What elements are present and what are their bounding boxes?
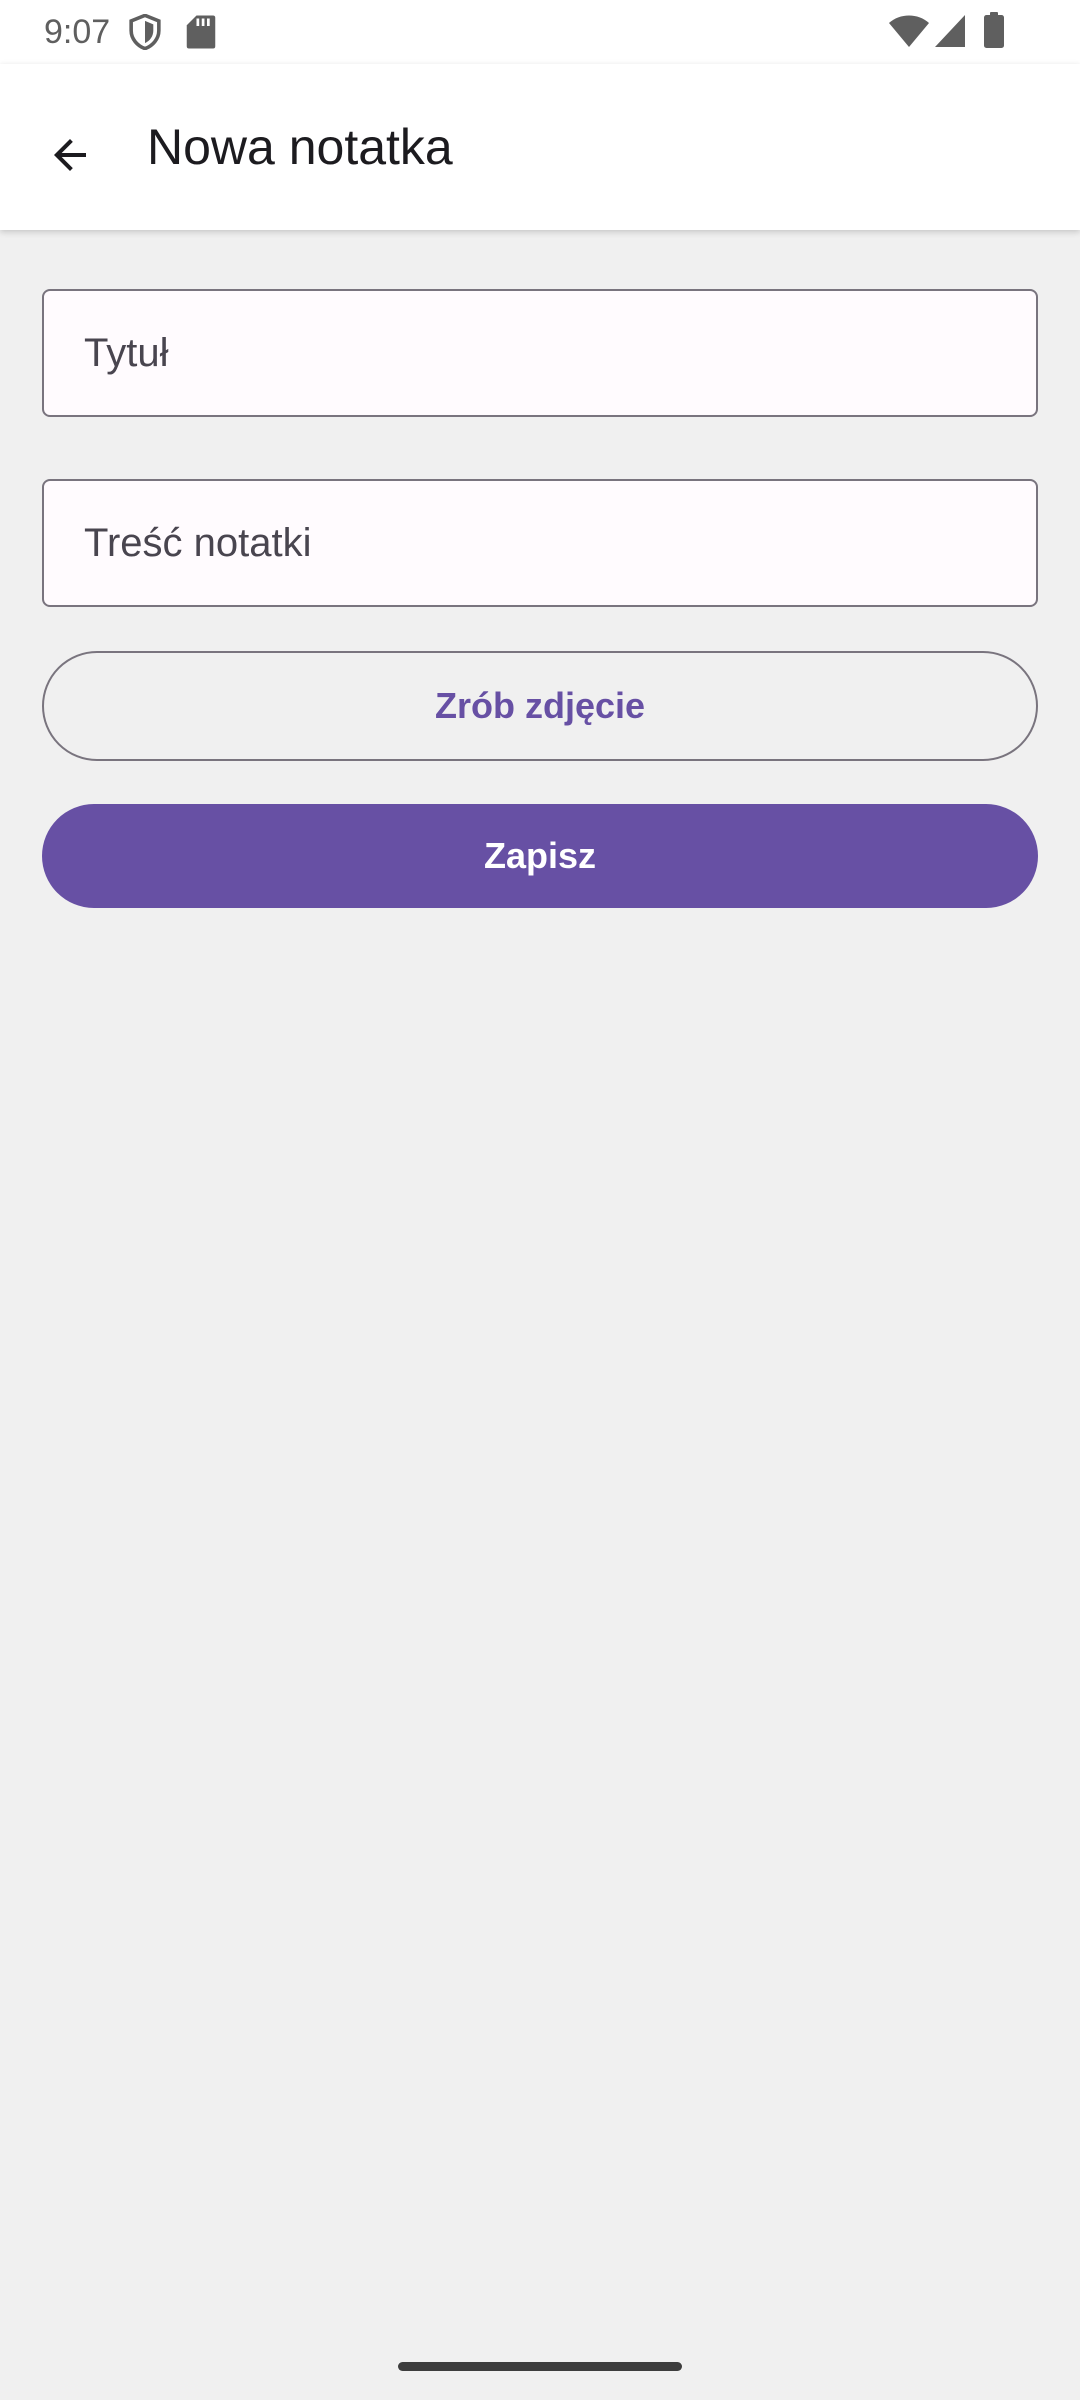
save-button[interactable]: Zapisz <box>42 804 1038 908</box>
shield-icon <box>129 14 161 50</box>
note-content-placeholder: Treść notatki <box>84 520 312 565</box>
take-photo-button-label: Zrób zdjęcie <box>434 685 646 726</box>
save-button-label: Zapisz <box>483 835 597 876</box>
status-time: 9:07 <box>44 13 111 51</box>
title-field-placeholder: Tytuł <box>84 330 169 375</box>
top-app-bar: Nowa notatka <box>0 64 1080 230</box>
note-content-field[interactable]: Treść notatki <box>42 479 1038 607</box>
take-photo-button[interactable]: Zrób zdjęcie <box>42 651 1038 761</box>
cellular-signal-icon <box>935 15 965 47</box>
arrow-back-icon <box>54 139 86 171</box>
back-button[interactable] <box>30 115 110 195</box>
home-gesture-bar[interactable] <box>398 2362 682 2371</box>
title-field[interactable]: Tytuł <box>42 289 1038 417</box>
status-bar: 9:07 <box>0 0 1080 64</box>
battery-icon <box>984 12 1004 48</box>
wifi-icon <box>889 15 929 47</box>
sd-card-icon <box>186 15 216 49</box>
page-title: Nowa notatka <box>147 119 453 175</box>
